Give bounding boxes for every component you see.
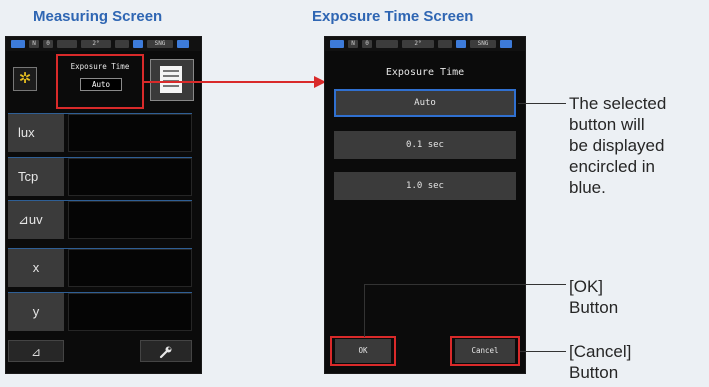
status-cell: [133, 40, 143, 48]
status-cell: 2°: [81, 40, 111, 48]
status-cell: 0: [43, 40, 53, 48]
measuring-screen-title: Measuring Screen: [33, 8, 163, 25]
cancel-leader-line: [520, 351, 566, 352]
settings-button[interactable]: [140, 340, 192, 362]
status-cell: [177, 40, 189, 48]
battery-icon: [11, 40, 25, 48]
exposure-time-button[interactable]: Exposure Time Auto: [56, 54, 144, 109]
pointer-arrow: [144, 76, 326, 88]
selected-note: The selected button will be displayed en…: [569, 93, 666, 198]
status-cell: [57, 40, 77, 48]
sun-icon[interactable]: ✲: [13, 67, 37, 91]
row-label: x: [8, 249, 64, 287]
note-line: [OK]: [569, 277, 604, 296]
ok-leader-horizontal: [364, 284, 566, 285]
option-auto[interactable]: Auto: [334, 89, 516, 117]
delta-icon: ⊿: [30, 345, 42, 359]
exposure-time-value: Auto: [80, 78, 122, 91]
note-line: The selected: [569, 94, 667, 113]
row-label: y: [8, 293, 64, 331]
ok-leader-vertical: [364, 284, 365, 337]
status-cell: [438, 40, 452, 48]
note-line: Button: [569, 363, 619, 382]
status-cell: SNG: [147, 40, 173, 48]
status-cell: [115, 40, 129, 48]
exposure-screen-title: Exposure Time Screen: [312, 8, 474, 25]
row-value: [68, 114, 192, 152]
status-bar: N 0 2° SNG: [6, 37, 201, 51]
status-cell: SNG: [470, 40, 496, 48]
measurement-row-y: y: [8, 292, 192, 331]
status-cell: [500, 40, 512, 48]
note-line: be displayed: [569, 136, 665, 155]
status-cell: 2°: [402, 40, 434, 48]
row-value: [68, 293, 192, 331]
row-value: [68, 201, 192, 239]
cancel-button[interactable]: Cancel: [455, 339, 515, 363]
status-cell: N: [29, 40, 39, 48]
option-0-1-sec[interactable]: 0.1 sec: [334, 131, 516, 159]
row-value: [68, 249, 192, 287]
row-label: ⊿uv: [8, 201, 64, 239]
measurement-row-tcp: Tcp: [8, 157, 192, 196]
option-1-0-sec[interactable]: 1.0 sec: [334, 172, 516, 200]
note-line: blue.: [569, 178, 606, 197]
note-line: [Cancel]: [569, 342, 632, 361]
row-value: [68, 158, 192, 196]
exposure-time-label: Exposure Time: [70, 62, 130, 71]
status-cell: 0: [362, 40, 372, 48]
status-bar: N 0 2° SNG: [325, 37, 525, 51]
note-line: Button: [569, 298, 619, 317]
note-line: encircled in: [569, 157, 655, 176]
measurement-row-lux: lux: [8, 113, 192, 152]
row-label: Tcp: [8, 158, 64, 196]
status-cell: [456, 40, 466, 48]
row-label: lux: [8, 114, 64, 152]
selected-leader-line: [518, 103, 566, 104]
battery-icon: [330, 40, 344, 48]
measurement-row-duv: ⊿uv: [8, 200, 192, 239]
exposure-screen: N 0 2° SNG Exposure Time: [324, 36, 526, 374]
exposure-heading: Exposure Time: [385, 67, 465, 78]
cancel-note: [Cancel] Button: [569, 341, 631, 383]
status-cell: [376, 40, 398, 48]
status-cell: N: [348, 40, 358, 48]
ok-button[interactable]: OK: [335, 339, 391, 363]
note-line: button will: [569, 115, 645, 134]
ok-note: [OK] Button: [569, 276, 618, 318]
delta-button[interactable]: ⊿: [8, 340, 64, 362]
measurement-row-x: x: [8, 248, 192, 287]
wrench-icon: [159, 346, 172, 359]
